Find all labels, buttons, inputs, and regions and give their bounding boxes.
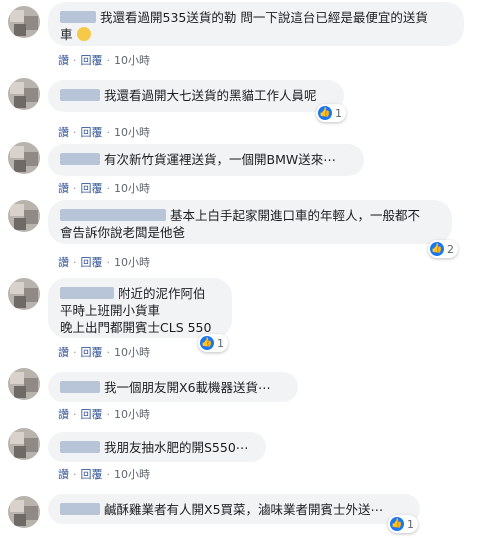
avatar[interactable]	[8, 428, 40, 460]
timestamp[interactable]: 10小時	[114, 54, 150, 67]
avatar[interactable]	[8, 278, 40, 310]
comment-text: 附近的泥作阿伯	[118, 286, 206, 301]
like-icon: 👍	[318, 106, 332, 120]
comment-text-line2: 平時上班開小貨車	[60, 303, 161, 318]
avatar[interactable]	[8, 142, 40, 174]
avatar[interactable]	[8, 200, 40, 232]
avatar[interactable]	[8, 6, 40, 38]
timestamp[interactable]: 10小時	[114, 256, 150, 269]
commenter-name[interactable]	[60, 503, 100, 515]
reply-link[interactable]: 回覆	[81, 346, 103, 359]
like-link[interactable]: 讚	[58, 468, 69, 481]
like-link[interactable]: 讚	[58, 182, 69, 195]
reply-link[interactable]: 回覆	[81, 256, 103, 269]
commenter-name[interactable]	[60, 441, 100, 453]
timestamp[interactable]: 10小時	[114, 182, 150, 195]
like-link[interactable]: 讚	[58, 126, 69, 139]
comment-bubble: 基本上白手起家開進口車的年輕人，一般都不 會告訴你說老闆是他爸	[48, 200, 452, 244]
reply-link[interactable]: 回覆	[81, 408, 103, 421]
like-icon: 👍	[390, 517, 404, 531]
comment-text: 我朋友抽水肥的開S550⋯	[104, 440, 249, 455]
timestamp[interactable]: 10小時	[114, 346, 150, 359]
comment-bubble: 我還看過開大七送貨的黑貓工作人員呢	[48, 80, 344, 112]
like-icon: 👍	[200, 336, 214, 350]
commenter-name[interactable]	[60, 209, 166, 221]
like-icon: 👍	[430, 242, 444, 256]
reply-link[interactable]: 回覆	[81, 54, 103, 67]
comment-text: 我一個朋友開X6載機器送貨⋯	[104, 380, 271, 395]
comment-bubble: 鹹酥雞業者有人開X5買菜，滷味業者開賓士外送⋯	[48, 494, 420, 524]
timestamp[interactable]: 10小時	[114, 468, 150, 481]
avatar[interactable]	[8, 368, 40, 400]
comment-bubble: 有次新竹貨運裡送貨，一個開BMW送來⋯	[48, 144, 364, 176]
comment-text-line2: 車	[60, 27, 73, 42]
like-link[interactable]: 讚	[58, 346, 69, 359]
like-link[interactable]: 讚	[58, 256, 69, 269]
like-link[interactable]: 讚	[58, 408, 69, 421]
comment-actions: 讚 · 回覆 · 10小時	[58, 346, 150, 359]
comment-text: 我還看過開大七送貨的黑貓工作人員呢	[104, 88, 317, 103]
comment-text: 我還看過開535送貨的勒 問一下說這台已經是最便宜的送貨	[100, 10, 428, 25]
commenter-name[interactable]	[60, 11, 96, 23]
avatar[interactable]	[8, 496, 40, 528]
comment-actions: 讚 · 回覆 · 10小時	[58, 182, 150, 195]
timestamp[interactable]: 10小時	[114, 408, 150, 421]
comment-bubble: 我朋友抽水肥的開S550⋯	[48, 432, 266, 462]
reaction-count[interactable]: 👍 1	[198, 334, 228, 352]
comment-actions: 讚 · 回覆 · 10小時	[58, 408, 150, 421]
comment-text-line3: 晚上出門都開賓士CLS 550	[60, 320, 212, 335]
commenter-name[interactable]	[60, 89, 100, 101]
timestamp[interactable]: 10小時	[114, 126, 150, 139]
reaction-count[interactable]: 👍 1	[316, 104, 346, 122]
comment-actions: 讚 · 回覆 · 10小時	[58, 54, 150, 67]
comment-text: 有次新竹貨運裡送貨，一個開BMW送來⋯	[104, 152, 336, 167]
commenter-name[interactable]	[60, 381, 100, 393]
comment-text-line2: 會告訴你說老闆是他爸	[60, 225, 186, 240]
comment-bubble: 我一個朋友開X6載機器送貨⋯	[48, 372, 298, 402]
comment-actions: 讚 · 回覆 · 10小時	[58, 468, 150, 481]
reply-link[interactable]: 回覆	[81, 182, 103, 195]
reaction-count[interactable]: 👍 2	[428, 240, 458, 258]
avatar[interactable]	[8, 78, 40, 110]
like-link[interactable]: 讚	[58, 54, 69, 67]
comment-actions: 讚 · 回覆 · 10小時	[58, 126, 150, 139]
commenter-name[interactable]	[60, 153, 100, 165]
comment-bubble: 附近的泥作阿伯 平時上班開小貨車 晚上出門都開賓士CLS 550	[48, 278, 232, 338]
commenter-name[interactable]	[60, 287, 114, 299]
grinning-sweat-emoji	[76, 27, 91, 41]
comment-text: 鹹酥雞業者有人開X5買菜，滷味業者開賓士外送⋯	[104, 502, 384, 517]
reply-link[interactable]: 回覆	[81, 126, 103, 139]
comment-bubble: 我還看過開535送貨的勒 問一下說這台已經是最便宜的送貨 車	[48, 2, 464, 46]
comment-text: 基本上白手起家開進口車的年輕人，一般都不	[170, 208, 421, 223]
reaction-count[interactable]: 👍 1	[388, 515, 418, 533]
reply-link[interactable]: 回覆	[81, 468, 103, 481]
comment-actions: 讚 · 回覆 · 10小時	[58, 256, 150, 269]
